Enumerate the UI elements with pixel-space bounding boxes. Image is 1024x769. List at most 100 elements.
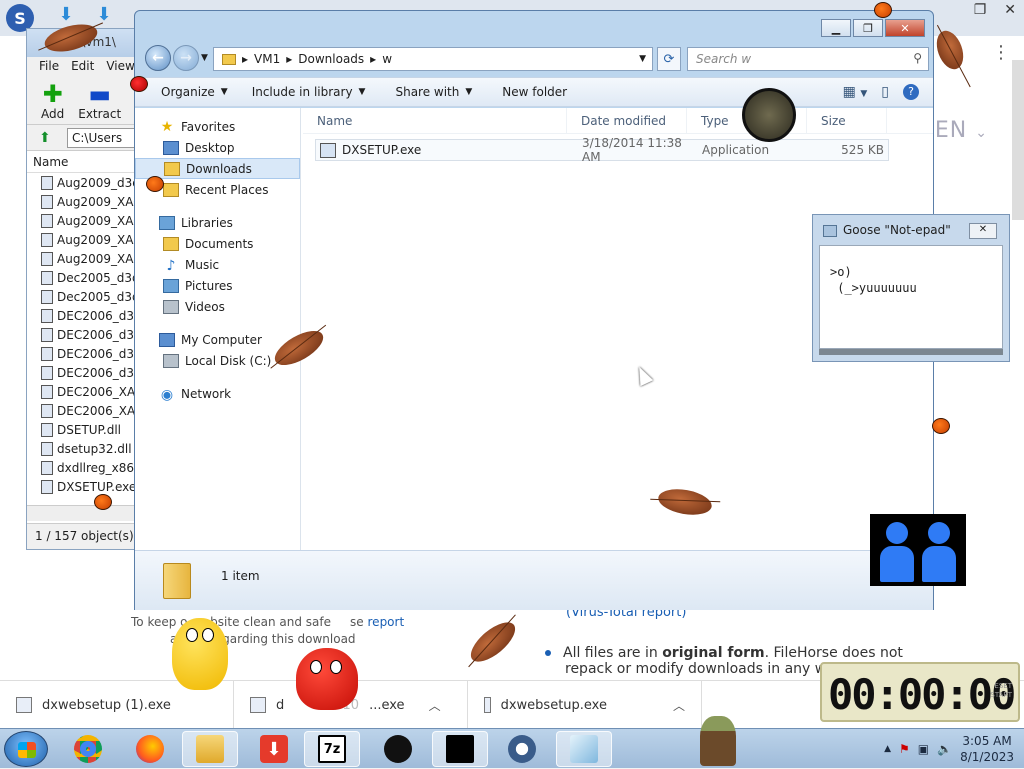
forward-button[interactable]: → (173, 45, 199, 71)
taskbar-firefox[interactable] (122, 731, 178, 767)
column-headers: Name Date modified Type Size (303, 108, 933, 134)
notepad-text-area[interactable]: >o) (_>yuuuuuuu (819, 245, 1003, 349)
taskbar-notepad[interactable] (556, 731, 612, 767)
exe-file-icon (320, 142, 336, 158)
person-icon (922, 522, 956, 582)
restore-icon[interactable]: ❐ (974, 2, 987, 18)
language-selector[interactable]: EN ⌄ (935, 118, 988, 143)
zip-file-row[interactable]: Aug2009_XAud (27, 230, 145, 249)
nav-libraries[interactable]: Libraries (135, 212, 300, 233)
add-button[interactable]: ✚ Add (41, 81, 64, 121)
taskbar-chrome[interactable] (60, 731, 116, 767)
taskbar-badtz[interactable] (370, 731, 426, 767)
zip-file-row[interactable]: dsetup32.dll (27, 439, 145, 458)
zip-file-row[interactable]: DEC2006_d3dx (27, 306, 145, 325)
zip-file-row[interactable]: DEC2006_d3dx (27, 344, 145, 363)
address-dropdown-icon[interactable]: ▼ (639, 54, 646, 64)
star-icon: ★ (160, 118, 174, 135)
extract-button[interactable]: ▬ Extract (78, 81, 121, 121)
zip-file-row[interactable]: Dec2005_d3dx (27, 268, 145, 287)
menu-edit[interactable]: Edit (71, 59, 94, 75)
minimize-button[interactable]: ▁ (821, 19, 851, 37)
zip-file-row[interactable]: Aug2009_XACT (27, 192, 145, 211)
column-name[interactable]: Name (303, 108, 567, 133)
share-with-menu[interactable]: Share with ▼ (377, 85, 484, 99)
breadcrumb-vm1[interactable]: VM1 (254, 52, 280, 66)
chevron-up-icon[interactable]: ︿ (673, 697, 685, 714)
file-row[interactable]: DXSETUP.exe 3/18/2014 11:38 AM Applicati… (315, 136, 889, 164)
menu-view[interactable]: View (106, 59, 134, 75)
taskbar-lightsaber[interactable] (432, 731, 488, 767)
history-chevron-icon[interactable]: ▼ (201, 53, 208, 63)
chevron-up-icon[interactable]: ︿ (429, 697, 441, 714)
nav-videos[interactable]: Videos (135, 296, 300, 317)
7zip-icon: 7z (318, 735, 346, 763)
horizontal-scrollbar[interactable] (27, 505, 145, 521)
close-button[interactable]: ✕ (969, 223, 997, 239)
preview-pane-icon[interactable]: ▯ (881, 84, 889, 100)
search-input[interactable]: Search w ⚲ (687, 47, 929, 71)
nav-documents[interactable]: Documents (135, 233, 300, 254)
address-bar[interactable]: ▸ VM1 ▸ Downloads ▸ w ▼ (213, 47, 653, 71)
clock[interactable]: 3:05 AM 8/1/2023 (960, 733, 1014, 765)
zip-file-row[interactable]: DEC2006_XACT (27, 401, 145, 420)
page-scrollbar[interactable] (1012, 60, 1024, 220)
menu-file[interactable]: File (39, 59, 59, 75)
nav-network[interactable]: ◉ Network (135, 383, 300, 404)
network-icon[interactable]: ▣ (918, 742, 929, 756)
column-label: Date modified (581, 114, 667, 128)
breadcrumb-downloads[interactable]: Downloads (298, 52, 364, 66)
column-size[interactable]: Size (807, 108, 887, 133)
nav-pictures[interactable]: Pictures (135, 275, 300, 296)
path-input[interactable]: C:\Users (67, 128, 139, 148)
zip-file-row[interactable]: dxdllreg_x86.ca (27, 458, 145, 477)
nav-music[interactable]: ♪ Music (135, 254, 300, 275)
zip-file-row[interactable]: DXSETUP.exe (27, 477, 145, 496)
nav-desktop[interactable]: Desktop (135, 137, 300, 158)
file-icon (41, 346, 53, 361)
search-placeholder: Search w (696, 52, 752, 66)
kebab-menu-icon[interactable]: ⋮ (992, 42, 1010, 63)
nav-favorites[interactable]: ★ Favorites (135, 116, 300, 137)
zip-file-row[interactable]: DEC2006_XACT (27, 382, 145, 401)
taskbar-downloader[interactable]: ⬇ (246, 731, 302, 767)
zip-file-row[interactable]: Dec2005_d3dx (27, 287, 145, 306)
organize-menu[interactable]: Organize ▼ (135, 85, 240, 99)
column-label: Name (33, 155, 69, 169)
zip-file-row[interactable]: Aug2009_XAud (27, 249, 145, 268)
up-folder-icon[interactable]: ⬆ (39, 130, 51, 146)
new-folder-button[interactable]: New folder (484, 85, 579, 99)
nav-my-computer[interactable]: My Computer (135, 329, 300, 350)
zip-file-row[interactable]: DEC2006_d3dx (27, 325, 145, 344)
view-options-icon[interactable]: ▦ ▼ (843, 84, 868, 100)
zip-file-row[interactable]: Aug2009_XACT (27, 211, 145, 230)
start-button[interactable] (4, 731, 48, 767)
zip-file-row[interactable]: DSETUP.dll (27, 420, 145, 439)
download-item[interactable]: dxwebsetup.exe ︿ (468, 681, 702, 729)
include-in-library-menu[interactable]: Include in library ▼ (240, 85, 378, 99)
taskbar-7zip[interactable]: 7z (304, 731, 360, 767)
goose-notepad-window: Goose "Not-epad" ✕ >o) (_>yuuuuuuu (812, 214, 1010, 362)
zip-file-row[interactable]: Aug2009_d3dx (27, 173, 145, 192)
back-button[interactable]: ← (145, 45, 171, 71)
tray-arrow-icon[interactable]: ▲ (884, 744, 891, 754)
breadcrumb-w[interactable]: w (382, 52, 392, 66)
close-icon[interactable]: ✕ (1004, 2, 1016, 18)
timer-widget[interactable]: 00:00:00 ESET START (820, 662, 1020, 722)
close-button[interactable]: ✕ (885, 19, 925, 37)
zip-file-row[interactable]: DEC2006_d3dx (27, 363, 145, 382)
taskbar-search-app[interactable] (494, 731, 550, 767)
taskbar-explorer[interactable] (182, 731, 238, 767)
notepad-icon (570, 735, 598, 763)
column-date-modified[interactable]: Date modified (567, 108, 687, 133)
maximize-button[interactable]: ❐ (853, 19, 883, 37)
7zip-toolbar: ✚Add ▬Extract T (27, 77, 145, 125)
volume-icon[interactable]: 🔈 (937, 742, 952, 756)
horizontal-scrollbar[interactable] (819, 349, 1003, 355)
column-header-name[interactable]: Name (27, 151, 145, 173)
action-center-icon[interactable]: ⚑ (899, 742, 910, 756)
refresh-icon[interactable]: ⟳ (657, 47, 681, 71)
report-link[interactable]: report (368, 615, 405, 629)
nav-downloads[interactable]: Downloads (135, 158, 300, 179)
help-icon[interactable]: ? (903, 84, 919, 100)
